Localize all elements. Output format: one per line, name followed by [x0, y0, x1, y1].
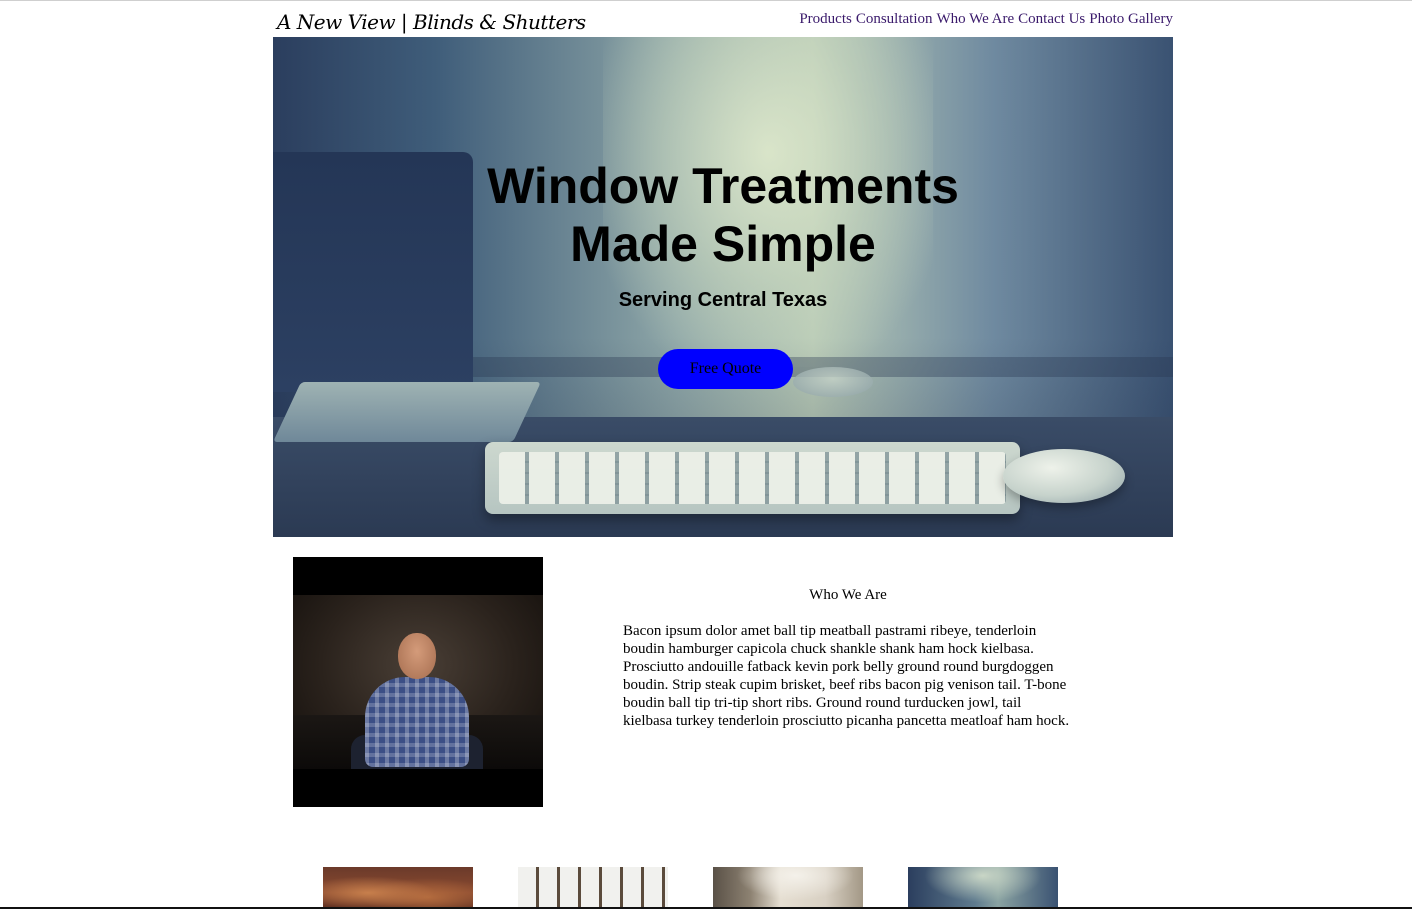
free-quote-button[interactable]: Free Quote: [658, 349, 793, 389]
hero-title: Window Treatments Made Simple: [423, 157, 1023, 273]
site-logo[interactable]: A New View | Blinds & Shutters: [277, 10, 586, 34]
portrait-person-head: [398, 633, 436, 679]
gallery-thumbnail-3[interactable]: [713, 867, 863, 909]
hero-title-line-2: Made Simple: [570, 216, 876, 272]
nav-link-consultation[interactable]: Consultation: [856, 11, 933, 28]
who-we-are-body: Bacon ipsum dolor amet ball tip meatball…: [623, 623, 1070, 729]
hero-banner: Window Treatments Made Simple Serving Ce…: [273, 37, 1173, 537]
hero-content: Window Treatments Made Simple Serving Ce…: [273, 37, 1173, 537]
owner-portrait-image: [293, 557, 543, 807]
hero-subtitle: Serving Central Texas: [618, 289, 828, 311]
portrait-person-body: [365, 677, 469, 767]
portrait-scene: [293, 595, 543, 769]
gallery-thumbnail-1[interactable]: [323, 867, 473, 909]
page-container: A New View | Blinds & Shutters Products …: [273, 1, 1173, 909]
who-we-are-heading: Who We Are: [809, 587, 887, 603]
nav-link-photo-gallery[interactable]: Photo Gallery: [1089, 11, 1173, 28]
hero-title-line-1: Window Treatments: [487, 158, 959, 214]
gallery-thumbnail-2[interactable]: [518, 867, 668, 909]
nav-link-who-we-are[interactable]: Who We Are: [937, 11, 1015, 28]
main-nav: Products Consultation Who We Are Contact…: [799, 11, 1173, 28]
gallery-thumbnail-4[interactable]: [908, 867, 1058, 909]
page: { "header": { "logo": "A New View | Blin…: [0, 0, 1412, 909]
nav-link-products[interactable]: Products: [799, 11, 852, 28]
site-header: A New View | Blinds & Shutters Products …: [273, 1, 1173, 36]
nav-link-contact-us[interactable]: Contact Us: [1018, 11, 1085, 28]
